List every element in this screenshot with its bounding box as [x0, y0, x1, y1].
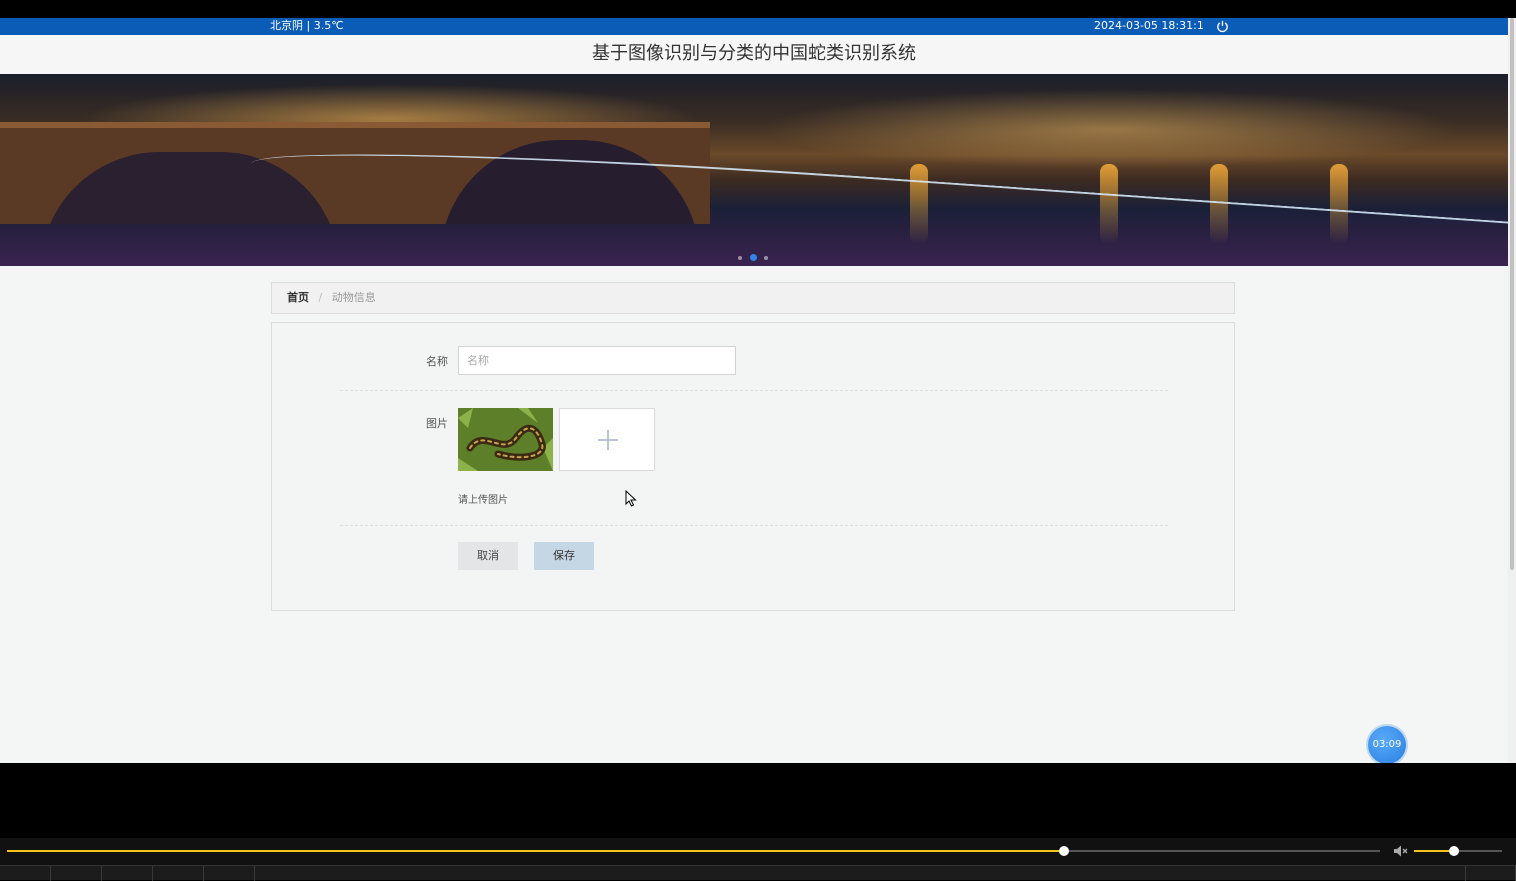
taskbar-slot[interactable]: [1465, 866, 1516, 881]
weather-text: 北京阴 | 3.5℃: [270, 19, 344, 32]
breadcrumb-home-link[interactable]: 首页: [287, 291, 309, 304]
image-label: 图片: [426, 417, 448, 430]
playback-progress-handle[interactable]: [1059, 846, 1070, 856]
taskbar-slot[interactable]: [51, 866, 102, 881]
carousel-dot[interactable]: [764, 256, 768, 260]
site-header: 基于图像识别与分类的中国蛇类识别系统: [0, 35, 1508, 74]
carousel-dot-active[interactable]: [750, 254, 757, 261]
taskbar-slot[interactable]: [102, 866, 153, 881]
web-page: 北京阴 | 3.5℃ 2024-03-05 18:31:1 基于图像识别与分类的…: [0, 18, 1516, 763]
top-info-bar: 北京阴 | 3.5℃ 2024-03-05 18:31:1: [0, 18, 1508, 35]
taskbar-slot[interactable]: [153, 866, 204, 881]
snake-photo-thumbnail[interactable]: [458, 408, 553, 471]
taskbar-slot[interactable]: [204, 866, 255, 881]
taskbar: [0, 865, 1516, 881]
volume-slider[interactable]: [1414, 846, 1502, 856]
name-label: 名称: [426, 355, 448, 368]
page-scrollbar-thumb[interactable]: [1510, 18, 1514, 570]
playback-progress-bar[interactable]: [7, 846, 1380, 856]
upload-hint: 请上传图片: [458, 495, 508, 506]
banner-carousel[interactable]: [0, 74, 1508, 266]
taskbar-slot[interactable]: [0, 866, 51, 881]
power-icon[interactable]: [1215, 19, 1230, 34]
animal-info-form: 名称 图片 请上传图片 取消 保存: [271, 322, 1235, 611]
save-button[interactable]: 保存: [534, 542, 594, 570]
speaker-muted-icon[interactable]: [1392, 843, 1408, 859]
playback-progress-fill: [7, 850, 1065, 852]
breadcrumb-current: 动物信息: [331, 291, 376, 304]
datetime-text: 2024-03-05 18:31:1: [1094, 19, 1204, 32]
image-upload-button[interactable]: [559, 408, 655, 471]
cancel-button[interactable]: 取消: [458, 542, 518, 570]
volume-handle[interactable]: [1448, 846, 1459, 856]
volume-fill: [1414, 850, 1454, 852]
form-divider: [340, 525, 1168, 526]
breadcrumb: 首页 / 动物信息: [271, 282, 1235, 314]
plus-icon: [598, 430, 618, 450]
timer-badge[interactable]: 03:09: [1368, 726, 1406, 763]
video-player-controls: [0, 838, 1516, 881]
page-scrollbar[interactable]: [1508, 18, 1516, 763]
carousel-indicators: [736, 254, 776, 262]
banner-light-glow: [760, 89, 1460, 169]
mouse-cursor-icon: [625, 489, 637, 507]
screen-frame: 北京阴 | 3.5℃ 2024-03-05 18:31:1 基于图像识别与分类的…: [0, 0, 1516, 881]
form-divider: [340, 390, 1168, 391]
name-input[interactable]: [458, 346, 736, 375]
carousel-dot[interactable]: [738, 256, 742, 260]
breadcrumb-separator: /: [318, 291, 323, 304]
page-title: 基于图像识别与分类的中国蛇类识别系统: [592, 43, 916, 64]
